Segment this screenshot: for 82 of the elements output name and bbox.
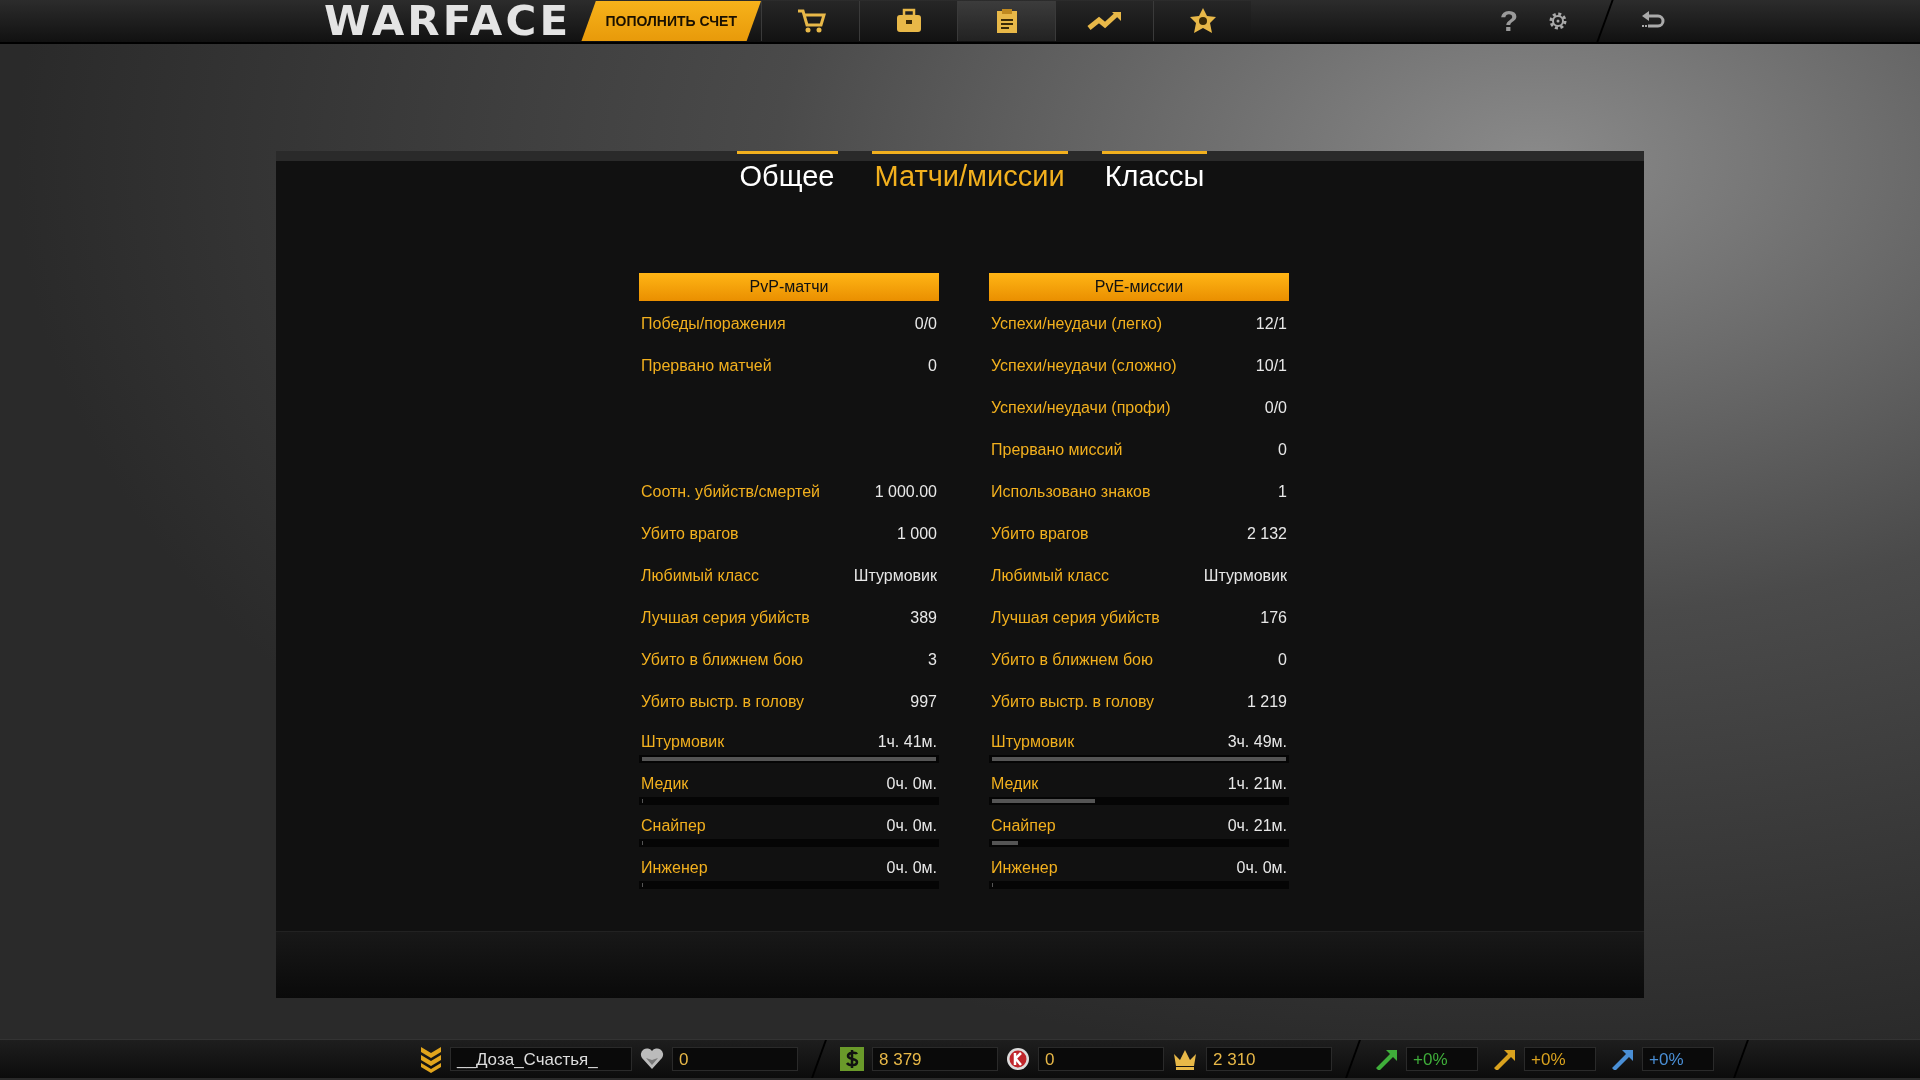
stat-label: Соотн. убийств/смертей	[641, 483, 820, 501]
clipboard-icon	[994, 8, 1019, 34]
top-up-button[interactable]: ПОПОЛНИТЬ СЧЕТ	[581, 1, 761, 41]
stat-label: Успехи/неудачи (легко)	[991, 315, 1163, 333]
emblem-icon	[1188, 7, 1217, 35]
stat-value: 1	[1278, 483, 1287, 501]
stat-label: Успехи/неудачи (профи)	[991, 399, 1171, 417]
class-label: Инженер	[991, 859, 1058, 877]
booster-value: +0%	[1642, 1047, 1714, 1071]
nav-tab[interactable]	[957, 1, 1055, 41]
stat-label: Прервано матчей	[641, 357, 772, 375]
playtime-value: 1ч. 41м.	[877, 733, 937, 751]
playtime-value: 0ч. 21м.	[1227, 817, 1287, 835]
tab[interactable]: Классы	[1101, 151, 1208, 193]
stat-value: 1 000	[896, 525, 937, 543]
logo: WARFACE	[324, 0, 572, 42]
stat-value: 3	[928, 651, 937, 669]
playtime-value: 0ч. 0м.	[886, 817, 937, 835]
cart-icon	[795, 8, 826, 34]
stat-label: Прервано миссий	[991, 441, 1123, 459]
nav-tab[interactable]	[859, 1, 957, 41]
stat-value: 0	[928, 357, 937, 375]
nav-tab[interactable]	[1153, 1, 1251, 41]
stat-label: Любимый класс	[991, 567, 1109, 585]
stat-label: Победы/поражения	[641, 315, 786, 333]
playtime-value: 0ч. 0м.	[886, 859, 937, 877]
crown-icon	[1172, 1048, 1198, 1070]
booster-value: +0%	[1524, 1047, 1596, 1071]
help-button[interactable]: ?	[1485, 4, 1532, 38]
stat-label: Убито врагов	[641, 525, 739, 543]
stat-value: 1 219	[1246, 693, 1287, 711]
stat-value: 0	[1278, 441, 1287, 459]
heart-badge-icon	[640, 1047, 664, 1071]
stat-label: Убито в ближнем бою	[991, 651, 1153, 669]
playtime-value: 0ч. 0м.	[1236, 859, 1287, 877]
zigzag-arrow-icon	[1086, 10, 1123, 32]
stat-value: 0/0	[1264, 399, 1287, 417]
stat-label: Любимый класс	[641, 567, 759, 585]
stat-label: Убито врагов	[991, 525, 1089, 543]
stat-value: 2 132	[1246, 525, 1287, 543]
stat-value: Штурмовик	[853, 567, 937, 585]
playtime-value: 1ч. 21м.	[1227, 775, 1287, 793]
currency-value: 2 310	[1206, 1047, 1332, 1071]
tab[interactable]: Общее	[736, 151, 838, 193]
class-label: Медик	[991, 775, 1039, 793]
stat-value: 1 000.00	[874, 483, 937, 501]
stat-value: 10/1	[1255, 357, 1287, 375]
class-label: Снайпер	[641, 817, 706, 835]
stat-label: Убито выстр. в голову	[991, 693, 1155, 711]
playtime-value: 3ч. 49м.	[1227, 733, 1287, 751]
playtime-value: 0ч. 0м.	[886, 775, 937, 793]
column-header: PvE-миссии	[989, 273, 1289, 301]
stat-value: 0	[1278, 651, 1287, 669]
stat-label: Лучшая серия убийств	[991, 609, 1160, 627]
currency-value: 8 379	[872, 1047, 998, 1071]
stat-label: Успехи/неудачи (сложно)	[991, 357, 1177, 375]
class-label: Медик	[641, 775, 689, 793]
currency-value: 0	[672, 1047, 798, 1071]
stat-value: 997	[910, 693, 937, 711]
class-label: Снайпер	[991, 817, 1056, 835]
stat-value: 12/1	[1255, 315, 1287, 333]
tab[interactable]: Матчи/миссии	[871, 151, 1068, 193]
currency-value: 0	[1038, 1047, 1164, 1071]
stat-value: 389	[910, 609, 937, 627]
stat-label: Убито в ближнем бою	[641, 651, 803, 669]
nav-tab[interactable]	[1055, 1, 1153, 41]
class-label: Инженер	[641, 859, 708, 877]
stat-label: Убито выстр. в голову	[641, 693, 805, 711]
stat-value: Штурмовик	[1203, 567, 1287, 585]
column-header: PvP-матчи	[639, 273, 939, 301]
rank-chevron-icon	[420, 1045, 442, 1073]
stat-value: 176	[1260, 609, 1287, 627]
class-label: Штурмовик	[641, 733, 725, 751]
booster-value: +0%	[1406, 1047, 1478, 1071]
class-label: Штурмовик	[991, 733, 1075, 751]
stat-value: 0/0	[914, 315, 937, 333]
stat-label: Использовано знаков	[991, 483, 1151, 501]
nav-tab[interactable]	[761, 1, 859, 41]
k-coin-icon	[1006, 1047, 1030, 1071]
dollar-icon	[840, 1047, 864, 1071]
player-name: __Доза_Счастья_	[450, 1047, 632, 1071]
stat-label: Лучшая серия убийств	[641, 609, 810, 627]
